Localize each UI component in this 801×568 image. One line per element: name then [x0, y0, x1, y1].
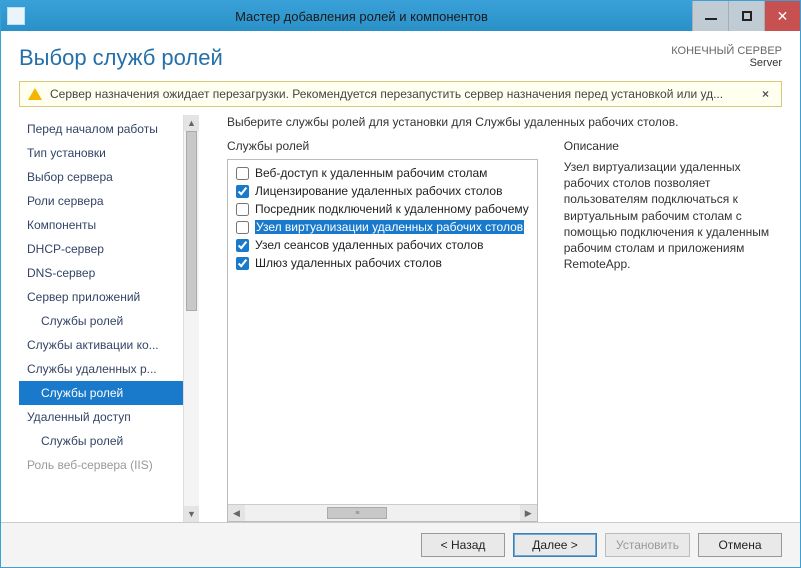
- sidebar-item[interactable]: Службы активации ко...: [19, 333, 199, 357]
- role-item[interactable]: Шлюз удаленных рабочих столов: [228, 254, 537, 272]
- role-label: Узел сеансов удаленных рабочих столов: [255, 238, 483, 252]
- install-button[interactable]: Установить: [605, 533, 690, 557]
- sidebar-item[interactable]: Службы ролей: [19, 309, 199, 333]
- role-checkbox[interactable]: [236, 203, 249, 216]
- destination-name: Server: [671, 57, 782, 69]
- scroll-up-icon[interactable]: ▲: [184, 115, 199, 131]
- sidebar-item[interactable]: Перед началом работы: [19, 117, 199, 141]
- nav-sidebar: Перед началом работыТип установкиВыбор с…: [19, 115, 199, 522]
- roles-list-box: Веб-доступ к удаленным рабочим столам Лиц…: [227, 159, 538, 522]
- close-button[interactable]: ✕: [764, 1, 800, 31]
- wizard-footer: < Назад Далее > Установить Отмена: [1, 522, 800, 567]
- destination-server: КОНЕЧНЫЙ СЕРВЕР Server: [671, 45, 782, 69]
- sidebar-item[interactable]: Службы ролей: [19, 429, 199, 453]
- wizard-window: Мастер добавления ролей и компонентов ✕ …: [0, 0, 801, 568]
- role-checkbox[interactable]: [236, 185, 249, 198]
- sidebar-item[interactable]: Компоненты: [19, 213, 199, 237]
- scroll-left-icon[interactable]: ◀: [228, 505, 245, 521]
- role-label: Веб-доступ к удаленным рабочим столам: [255, 166, 487, 180]
- role-item[interactable]: Узел виртуализации удаленных рабочих сто…: [228, 218, 537, 236]
- role-label: Узел виртуализации удаленных рабочих сто…: [255, 220, 524, 234]
- sidebar-scrollbar[interactable]: ▲ ▼: [183, 115, 199, 522]
- description-text: Узел виртуализации удаленных рабочих сто…: [564, 159, 782, 272]
- sidebar-item[interactable]: Сервер приложений: [19, 285, 199, 309]
- scroll-thumb[interactable]: [186, 131, 197, 311]
- sidebar-item[interactable]: Выбор сервера: [19, 165, 199, 189]
- window-title: Мастер добавления ролей и компонентов: [31, 9, 692, 24]
- role-checkbox[interactable]: [236, 257, 249, 270]
- warning-icon: [28, 88, 42, 100]
- scroll-down-icon[interactable]: ▼: [184, 506, 199, 522]
- role-item[interactable]: Узел сеансов удаленных рабочих столов: [228, 236, 537, 254]
- role-checkbox[interactable]: [236, 221, 249, 234]
- window-controls: ✕: [692, 1, 800, 31]
- sidebar-item[interactable]: Роль веб-сервера (IIS): [19, 453, 199, 477]
- maximize-button[interactable]: [728, 1, 764, 31]
- description-heading: Описание: [564, 139, 782, 153]
- cancel-button[interactable]: Отмена: [698, 533, 782, 557]
- instruction-text: Выберите службы ролей для установки для …: [227, 115, 782, 129]
- roles-heading: Службы ролей: [227, 139, 538, 153]
- warning-text: Сервер назначения ожидает перезагрузки. …: [50, 87, 723, 101]
- destination-label: КОНЕЧНЫЙ СЕРВЕР: [671, 45, 782, 57]
- role-label: Лицензирование удаленных рабочих столов: [255, 184, 502, 198]
- role-item[interactable]: Посредник подключений к удаленному рабоч…: [228, 200, 537, 218]
- content-area: Выбор служб ролей КОНЕЧНЫЙ СЕРВЕР Server…: [1, 31, 800, 522]
- role-label: Шлюз удаленных рабочих столов: [255, 256, 442, 270]
- sidebar-item[interactable]: Роли сервера: [19, 189, 199, 213]
- role-label: Посредник подключений к удаленному рабоч…: [255, 202, 529, 216]
- main-panel: Выберите службы ролей для установки для …: [199, 115, 782, 522]
- titlebar: Мастер добавления ролей и компонентов ✕: [1, 1, 800, 31]
- sidebar-item[interactable]: Тип установки: [19, 141, 199, 165]
- role-item[interactable]: Веб-доступ к удаленным рабочим столам: [228, 164, 537, 182]
- sidebar-item[interactable]: Службы ролей: [19, 381, 199, 405]
- back-button[interactable]: < Назад: [421, 533, 505, 557]
- role-checkbox[interactable]: [236, 167, 249, 180]
- sidebar-item[interactable]: Службы удаленных р...: [19, 357, 199, 381]
- role-item[interactable]: Лицензирование удаленных рабочих столов: [228, 182, 537, 200]
- sidebar-item[interactable]: Удаленный доступ: [19, 405, 199, 429]
- roles-h-scrollbar[interactable]: ◀ ≡ ▶: [228, 504, 537, 521]
- next-button[interactable]: Далее >: [513, 533, 597, 557]
- h-scroll-thumb[interactable]: ≡: [327, 507, 387, 519]
- warning-banner: Сервер назначения ожидает перезагрузки. …: [19, 81, 782, 107]
- warning-close-button[interactable]: ×: [758, 87, 773, 101]
- sidebar-item[interactable]: DNS-сервер: [19, 261, 199, 285]
- scroll-right-icon[interactable]: ▶: [520, 505, 537, 521]
- minimize-button[interactable]: [692, 1, 728, 31]
- role-checkbox[interactable]: [236, 239, 249, 252]
- page-title: Выбор служб ролей: [19, 45, 223, 71]
- app-icon: [7, 7, 25, 25]
- sidebar-item[interactable]: DHCP-сервер: [19, 237, 199, 261]
